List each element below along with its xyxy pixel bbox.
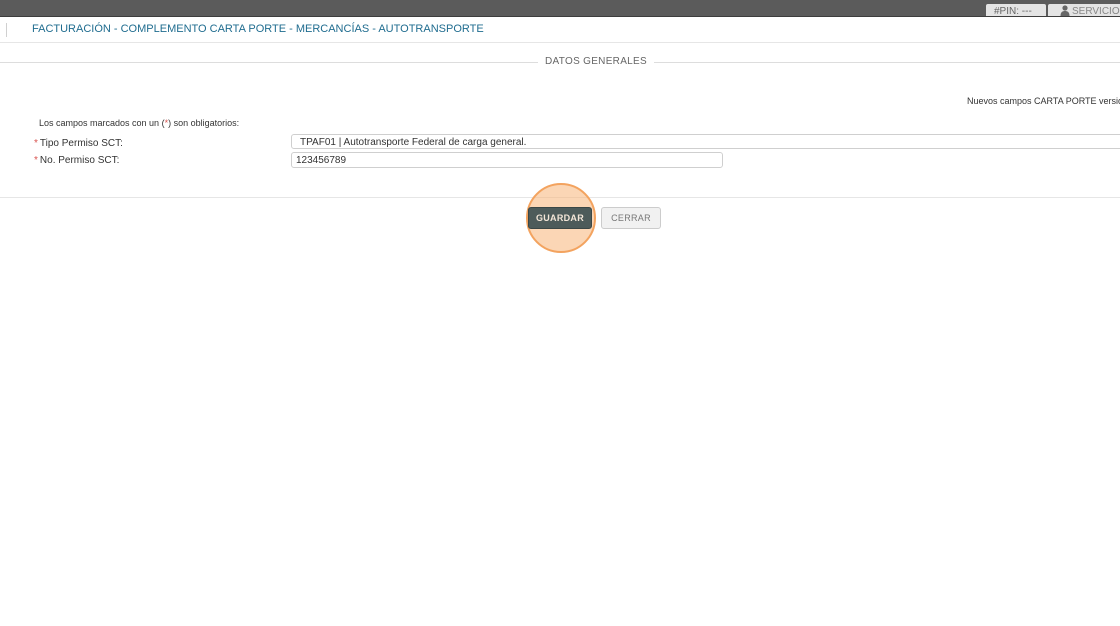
- page-title: FACTURACIÓN - COMPLEMENTO CARTA PORTE - …: [32, 23, 484, 35]
- user-menu[interactable]: SERVICIO: [1048, 4, 1120, 16]
- pin-indicator: #PIN: ---: [986, 4, 1046, 16]
- top-bar: #PIN: --- SERVICIO: [0, 0, 1120, 17]
- tipo-permiso-label-text: Tipo Permiso SCT:: [39, 138, 123, 149]
- required-note-suffix: ) son obligatorios:: [168, 118, 240, 128]
- user-name: SERVICIO: [1072, 6, 1120, 16]
- tipo-permiso-select[interactable]: TPAF01 | Autotransporte Federal de carga…: [291, 134, 1120, 149]
- section-divider-left: [0, 62, 538, 63]
- section-title: DATOS GENERALES: [545, 56, 647, 67]
- person-icon: [1060, 4, 1070, 16]
- no-permiso-label: * No. Permiso SCT:: [34, 155, 119, 166]
- save-button[interactable]: GUARDAR: [528, 207, 592, 229]
- required-mark: *: [34, 155, 38, 166]
- version-notice: Nuevos campos CARTA PORTE versió: [967, 96, 1120, 106]
- title-bar: FACTURACIÓN - COMPLEMENTO CARTA PORTE - …: [0, 17, 1120, 43]
- title-separator: [6, 23, 7, 37]
- close-button[interactable]: CERRAR: [601, 207, 661, 229]
- section-header: DATOS GENERALES: [0, 54, 1120, 70]
- section-divider-right: [654, 62, 1120, 63]
- required-mark: *: [34, 138, 38, 149]
- no-permiso-input[interactable]: [291, 152, 723, 168]
- tipo-permiso-label: * Tipo Permiso SCT:: [34, 138, 123, 149]
- no-permiso-label-text: No. Permiso SCT:: [39, 155, 120, 166]
- required-note-prefix: Los campos marcados con un (: [39, 118, 165, 128]
- required-fields-note: Los campos marcados con un (*) son oblig…: [39, 118, 239, 128]
